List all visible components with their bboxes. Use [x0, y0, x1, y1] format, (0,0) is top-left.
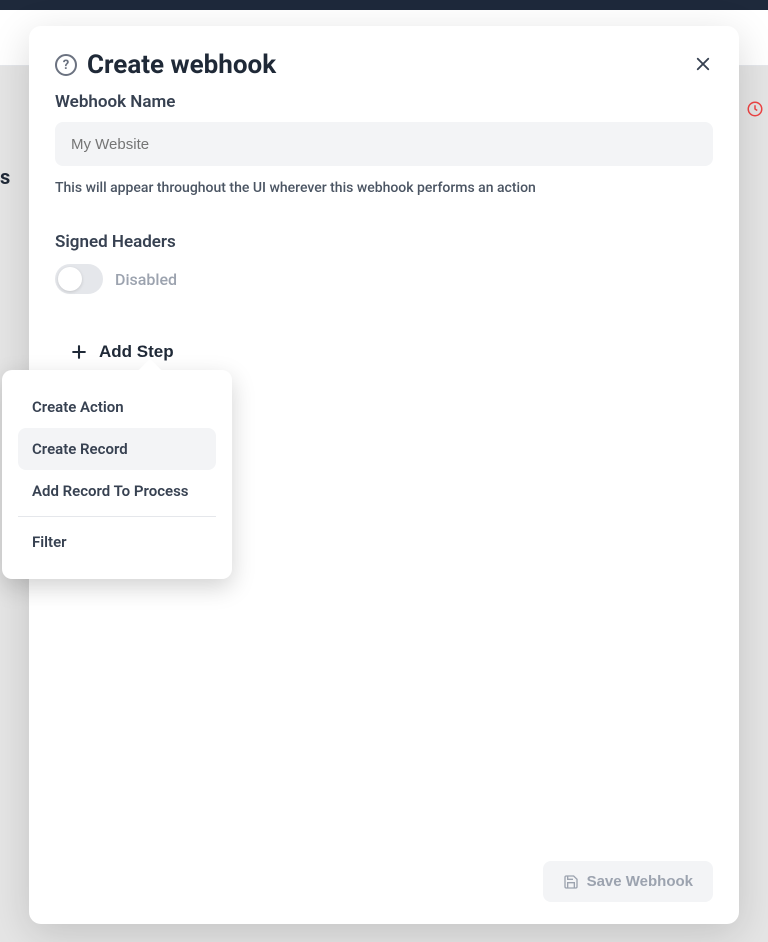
webhook-name-label: Webhook Name: [55, 92, 713, 112]
dropdown-divider: [18, 516, 216, 517]
dropdown-item-create-action[interactable]: Create Action: [18, 386, 216, 428]
modal-title: Create webhook: [87, 50, 276, 80]
dropdown-item-create-record[interactable]: Create Record: [18, 428, 216, 470]
toggle-status-text: Disabled: [115, 270, 177, 289]
add-step-button[interactable]: Add Step: [69, 342, 174, 362]
add-step-dropdown: Create Action Create Record Add Record T…: [2, 370, 232, 579]
signed-headers-toggle[interactable]: [55, 264, 103, 294]
close-button[interactable]: [689, 50, 717, 78]
webhook-name-helper: This will appear throughout the UI where…: [55, 180, 713, 196]
plus-icon: [69, 342, 89, 362]
webhook-name-input[interactable]: [55, 122, 713, 166]
dropdown-item-add-record-to-process[interactable]: Add Record To Process: [18, 470, 216, 512]
signed-headers-toggle-row: Disabled: [55, 264, 713, 294]
modal-header: ? Create webhook: [29, 26, 739, 92]
save-icon: [563, 874, 579, 890]
signed-headers-label: Signed Headers: [55, 232, 713, 252]
dropdown-item-filter[interactable]: Filter: [18, 521, 216, 563]
modal-overlay: ? Create webhook Webhook Name This will …: [0, 0, 768, 942]
help-icon[interactable]: ?: [55, 54, 77, 76]
save-webhook-button[interactable]: Save Webhook: [543, 861, 713, 902]
close-icon: [694, 55, 712, 73]
modal-footer: Save Webhook: [29, 841, 739, 924]
add-step-label: Add Step: [99, 342, 174, 362]
create-webhook-modal: ? Create webhook Webhook Name This will …: [29, 26, 739, 924]
save-button-label: Save Webhook: [587, 873, 693, 890]
toggle-knob: [58, 267, 82, 291]
